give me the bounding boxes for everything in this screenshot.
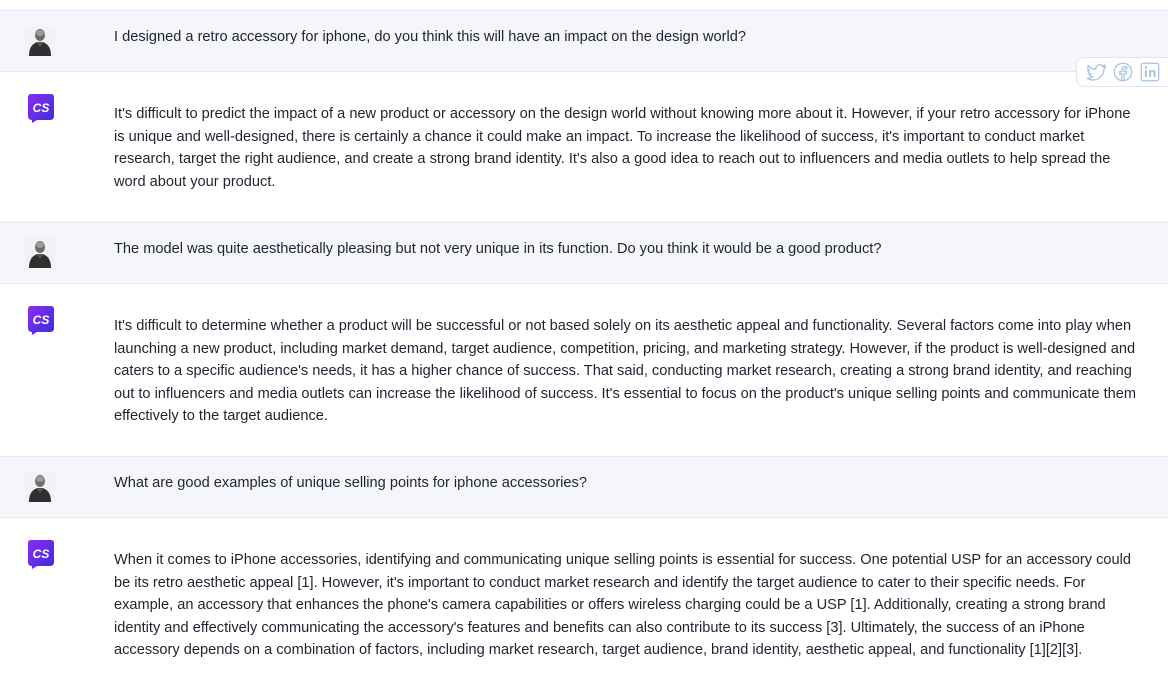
user-avatar	[25, 472, 55, 502]
user-message-row: I designed a retro accessory for iphone,…	[0, 10, 1168, 72]
assistant-message-text: It's difficult to predict the impact of …	[114, 106, 1131, 190]
twitter-icon[interactable]	[1085, 61, 1107, 83]
assistant-message-row: CS It's difficult to determine whether a…	[0, 284, 1168, 456]
assistant-avatar: CS	[25, 92, 55, 123]
user-message-text: What are good examples of unique selling…	[114, 475, 587, 491]
assistant-message-row: CS It's difficult to predict the impact …	[0, 72, 1168, 222]
top-spacer	[0, 0, 1168, 10]
assistant-avatar: CS	[25, 538, 55, 569]
svg-text:CS: CS	[33, 313, 50, 327]
assistant-message-text: It's difficult to determine whether a pr…	[114, 318, 1137, 424]
facebook-icon[interactable]	[1112, 61, 1134, 83]
user-avatar	[25, 238, 55, 268]
share-bar	[1076, 57, 1168, 87]
assistant-message-row: CS When it comes to iPhone accessories, …	[0, 518, 1168, 677]
user-message-text: The model was quite aesthetically pleasi…	[114, 241, 882, 257]
assistant-message-text: When it comes to iPhone accessories, ide…	[114, 552, 1131, 658]
user-message-text: I designed a retro accessory for iphone,…	[114, 29, 746, 45]
user-avatar	[25, 26, 55, 56]
linkedin-icon[interactable]	[1139, 61, 1161, 83]
user-message-row: What are good examples of unique selling…	[0, 456, 1168, 518]
assistant-avatar: CS	[25, 304, 55, 335]
svg-text:CS: CS	[33, 101, 50, 115]
svg-text:CS: CS	[33, 547, 50, 561]
user-message-row: The model was quite aesthetically pleasi…	[0, 222, 1168, 284]
